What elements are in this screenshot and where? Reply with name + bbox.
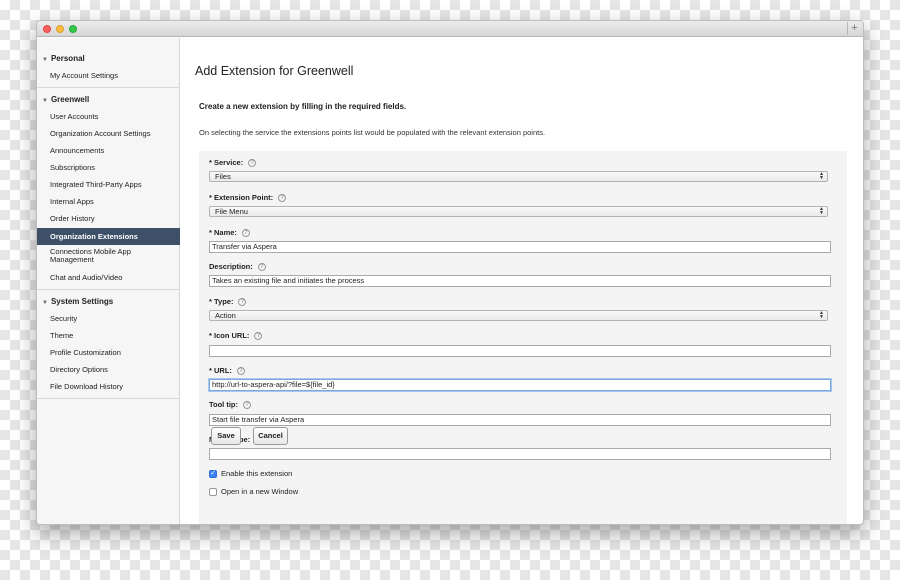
sidebar-item-chat-and-audio-video[interactable]: Chat and Audio/Video: [37, 273, 180, 282]
sidebar-divider: [37, 398, 180, 399]
help-icon[interactable]: ?: [254, 332, 263, 341]
help-icon[interactable]: ?: [278, 194, 287, 203]
sidebar-divider: [37, 87, 180, 88]
service-label: * Service:?: [209, 158, 257, 168]
sidebar-item-announcements[interactable]: Announcements: [37, 146, 180, 155]
sidebar-section-personal[interactable]: ▼ Personal: [42, 54, 85, 63]
type-select[interactable]: Action ▲ ▼: [209, 310, 828, 321]
sidebar-section-system-settings[interactable]: ▼ System Settings: [42, 297, 113, 306]
save-button[interactable]: Save: [211, 427, 241, 445]
tooltip-label: Tool tip:?: [209, 400, 252, 410]
url-label: * URL:?: [209, 366, 245, 376]
sidebar-item-order-history[interactable]: Order History: [37, 214, 180, 223]
extension-point-label: * Extension Point:?: [209, 193, 287, 203]
help-icon[interactable]: ?: [236, 367, 245, 376]
sidebar-divider: [37, 289, 180, 290]
sidebar-item-user-accounts[interactable]: User Accounts: [37, 112, 180, 121]
help-icon[interactable]: ?: [241, 229, 250, 238]
select-arrows-icon: ▲ ▼: [819, 171, 824, 181]
cancel-button[interactable]: Cancel: [253, 427, 288, 445]
sidebar-item-directory-options[interactable]: Directory Options: [37, 365, 180, 374]
description-label: Description:?: [209, 262, 266, 272]
page-title: Add Extension for Greenwell: [195, 64, 354, 78]
sidebar-item-profile-customization[interactable]: Profile Customization: [37, 348, 180, 357]
type-label: * Type:?: [209, 297, 247, 307]
new-tab-button[interactable]: +: [847, 22, 861, 35]
sidebar-item-organization-extensions[interactable]: Organization Extensions: [37, 228, 180, 245]
name-input[interactable]: Transfer via Aspera: [209, 241, 831, 253]
disclosure-triangle-icon: ▼: [42, 98, 48, 104]
extension-point-select[interactable]: File Menu ▲ ▼: [209, 206, 828, 217]
sidebar-item-my-account-settings[interactable]: My Account Settings: [37, 71, 180, 80]
disclosure-triangle-icon: ▼: [42, 300, 48, 306]
extension-form: * Service:? Files ▲ ▼ * Extension Point:?…: [199, 151, 847, 524]
icon-url-input[interactable]: [209, 345, 831, 357]
open-new-window-row[interactable]: Open in a new Window: [209, 487, 298, 497]
admin-sidebar: ▼ Personal My Account Settings ▼ Greenwell…: [37, 38, 180, 524]
form-heading: Create a new extension by filling in the…: [199, 102, 407, 111]
sidebar-item-theme[interactable]: Theme: [37, 331, 180, 340]
service-select[interactable]: Files ▲ ▼: [209, 171, 828, 182]
help-icon[interactable]: ?: [257, 263, 266, 272]
url-input[interactable]: http://url-to-aspera-api/?file=${file_id…: [209, 379, 831, 391]
sidebar-item-integrated-third-party-apps[interactable]: Integrated Third-Party Apps: [37, 180, 180, 189]
help-icon[interactable]: ?: [248, 159, 257, 168]
enable-extension-row[interactable]: ✓ Enable this extension: [209, 469, 292, 479]
help-icon[interactable]: ?: [243, 401, 252, 410]
icon-url-label: * Icon URL:?: [209, 331, 263, 341]
enable-extension-checkbox[interactable]: ✓: [209, 470, 217, 479]
mime-type-input[interactable]: [209, 448, 831, 460]
sidebar-item-organization-account-settings[interactable]: Organization Account Settings: [37, 129, 180, 138]
browser-window: + ▼ Personal My Account Settings ▼ Greenwe…: [36, 20, 864, 525]
title-bar: +: [37, 21, 863, 37]
sidebar-item-security[interactable]: Security: [37, 314, 180, 323]
zoom-window-button[interactable]: [69, 25, 77, 33]
description-input[interactable]: Takes an existing file and initiates the…: [209, 275, 831, 287]
close-window-button[interactable]: [43, 25, 51, 33]
open-new-window-checkbox[interactable]: [209, 488, 217, 497]
select-arrows-icon: ▲ ▼: [819, 206, 824, 216]
sidebar-item-internal-apps[interactable]: Internal Apps: [37, 197, 180, 206]
sidebar-section-greenwell[interactable]: ▼ Greenwell: [42, 95, 89, 104]
select-arrows-icon: ▲ ▼: [819, 310, 824, 320]
tooltip-input[interactable]: Start file transfer via Aspera: [209, 414, 831, 426]
disclosure-triangle-icon: ▼: [42, 57, 48, 63]
sidebar-item-connections-mobile-app-management[interactable]: Connections Mobile App Management: [37, 248, 147, 264]
help-icon[interactable]: ?: [238, 298, 247, 307]
form-info-text: On selecting the service the extensions …: [199, 128, 546, 137]
minimize-window-button[interactable]: [56, 25, 64, 33]
sidebar-item-file-download-history[interactable]: File Download History: [37, 382, 180, 391]
name-label: * Name:?: [209, 228, 250, 238]
sidebar-item-subscriptions[interactable]: Subscriptions: [37, 163, 180, 172]
main-content: Add Extension for Greenwell Create a new…: [181, 38, 863, 524]
